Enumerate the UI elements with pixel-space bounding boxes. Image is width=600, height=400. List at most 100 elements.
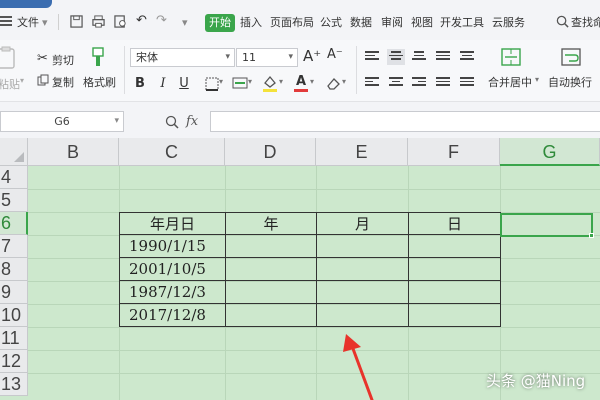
tab-view[interactable]: 视图 xyxy=(411,14,433,32)
name-box[interactable]: G6 ▾ xyxy=(0,111,124,132)
cell-style-icon[interactable] xyxy=(232,76,248,92)
select-all-corner[interactable] xyxy=(0,138,28,166)
table-cell-year[interactable] xyxy=(226,304,317,327)
tab-home[interactable]: 开始 xyxy=(205,14,235,32)
table-cell-month[interactable] xyxy=(317,281,409,304)
table-header-date[interactable]: 年月日 xyxy=(119,212,226,235)
row-header-6[interactable]: 6 xyxy=(0,212,28,235)
column-header-d[interactable]: D xyxy=(225,138,316,166)
save-icon[interactable] xyxy=(70,15,83,28)
tab-page-layout[interactable]: 页面布局 xyxy=(270,14,314,32)
underline-button[interactable]: U xyxy=(177,75,191,93)
file-menu-arrow-icon[interactable]: ▾ xyxy=(42,14,48,32)
row-header-4[interactable]: 4 xyxy=(0,166,28,189)
row-header-10[interactable]: 10 xyxy=(0,304,28,327)
auto-wrap-button[interactable]: 自动换行 xyxy=(548,74,592,90)
increase-font-button[interactable]: A⁺ xyxy=(303,47,321,65)
format-painter-button[interactable]: 格式刷 xyxy=(83,74,116,90)
selected-cell-g6[interactable] xyxy=(500,213,593,237)
paste-icon[interactable] xyxy=(0,46,18,70)
merge-center-button[interactable]: 合并居中 xyxy=(488,74,532,90)
table-cell-month[interactable] xyxy=(317,304,409,327)
chevron-down-icon[interactable]: ▾ xyxy=(310,77,314,86)
table-cell-day[interactable] xyxy=(409,258,501,281)
align-middle-icon[interactable] xyxy=(387,49,405,65)
font-color-icon[interactable]: A xyxy=(294,75,308,92)
table-header-year[interactable]: 年 xyxy=(226,212,317,235)
tab-review[interactable]: 审阅 xyxy=(381,14,403,32)
chevron-down-icon[interactable]: ▾ xyxy=(248,77,252,86)
paste-button[interactable]: 粘贴 xyxy=(0,76,20,92)
align-justify-icon[interactable] xyxy=(436,51,450,63)
chevron-down-icon[interactable]: ▾ xyxy=(219,77,223,86)
print-preview-icon[interactable] xyxy=(114,15,127,28)
bold-button[interactable]: B xyxy=(133,75,147,93)
tab-developer[interactable]: 开发工具 xyxy=(440,14,484,32)
row-header-12[interactable]: 12 xyxy=(0,350,28,373)
align-right-icon[interactable] xyxy=(412,77,426,89)
cut-icon[interactable]: ✂ xyxy=(37,51,48,66)
table-header-day[interactable]: 日 xyxy=(409,212,501,235)
copy-button[interactable]: 复制 xyxy=(52,74,74,90)
row-header-8[interactable]: 8 xyxy=(0,258,28,281)
column-header-c[interactable]: C xyxy=(119,138,225,166)
align-top-icon[interactable] xyxy=(365,51,379,63)
spreadsheet-grid[interactable]: B C D E F G 4 5 6 7 8 9 10 11 12 13 年月日 … xyxy=(0,138,600,400)
distribute-icon[interactable] xyxy=(460,77,474,89)
chevron-down-icon[interactable]: ▾ xyxy=(535,75,539,84)
paste-dropdown-icon[interactable]: ▾ xyxy=(20,76,24,85)
chevron-down-icon[interactable]: ▾ xyxy=(342,77,346,86)
print-icon[interactable] xyxy=(92,15,105,28)
table-cell-date[interactable]: 1990/1/15 xyxy=(119,235,226,258)
search-command[interactable]: 查找命 xyxy=(571,14,600,32)
align-left-icon[interactable] xyxy=(365,77,379,89)
row-header-9[interactable]: 9 xyxy=(0,281,28,304)
table-cell-year[interactable] xyxy=(226,258,317,281)
table-cell-year[interactable] xyxy=(226,281,317,304)
table-cell-month[interactable] xyxy=(317,258,409,281)
function-icon[interactable]: fx xyxy=(186,114,198,129)
row-header-11[interactable]: 11 xyxy=(0,327,28,350)
auto-wrap-icon[interactable] xyxy=(560,46,582,68)
table-cell-year[interactable] xyxy=(226,235,317,258)
eraser-icon[interactable] xyxy=(325,76,341,92)
column-header-b[interactable]: B xyxy=(28,138,119,166)
decrease-font-button[interactable]: A⁻ xyxy=(327,47,343,62)
align-bottom-icon[interactable] xyxy=(412,51,426,63)
copy-icon[interactable] xyxy=(37,74,49,86)
table-cell-date[interactable]: 2001/10/5 xyxy=(119,258,226,281)
justify-icon[interactable] xyxy=(436,77,450,89)
file-menu[interactable]: 文件 xyxy=(17,14,39,32)
table-cell-day[interactable] xyxy=(409,304,501,327)
tab-data[interactable]: 数据 xyxy=(350,14,372,32)
cut-button[interactable]: 剪切 xyxy=(52,52,74,68)
tab-insert[interactable]: 插入 xyxy=(240,14,262,32)
customize-icon[interactable]: ▾ xyxy=(182,14,188,32)
italic-button[interactable]: I xyxy=(156,75,170,93)
font-size-select[interactable]: 11 ▾ xyxy=(236,48,298,67)
table-cell-month[interactable] xyxy=(317,235,409,258)
table-cell-date[interactable]: 1987/12/3 xyxy=(119,281,226,304)
column-header-e[interactable]: E xyxy=(316,138,408,166)
row-header-13[interactable]: 13 xyxy=(0,373,28,396)
undo-icon[interactable]: ↶ xyxy=(136,12,147,30)
fill-color-icon[interactable] xyxy=(262,74,278,92)
table-cell-day[interactable] xyxy=(409,235,501,258)
row-header-7[interactable]: 7 xyxy=(0,235,28,258)
tab-formulas[interactable]: 公式 xyxy=(320,14,342,32)
font-family-select[interactable]: 宋体 ▾ xyxy=(130,48,235,67)
table-cell-date[interactable]: 2017/12/8 xyxy=(119,304,226,327)
formula-input[interactable] xyxy=(210,111,600,132)
chevron-down-icon[interactable]: ▾ xyxy=(279,77,283,86)
row-header-5[interactable]: 5 xyxy=(0,189,28,212)
table-cell-day[interactable] xyxy=(409,281,501,304)
column-header-g[interactable]: G xyxy=(500,138,600,166)
merge-center-icon[interactable] xyxy=(500,46,522,68)
hamburger-menu-icon[interactable] xyxy=(0,16,12,26)
align-center-icon[interactable] xyxy=(389,77,403,89)
align-distributed-icon[interactable] xyxy=(460,51,474,63)
column-header-f[interactable]: F xyxy=(408,138,500,166)
tab-cloud[interactable]: 云服务 xyxy=(492,14,525,32)
format-painter-icon[interactable] xyxy=(87,46,109,68)
fill-handle[interactable] xyxy=(589,233,594,238)
